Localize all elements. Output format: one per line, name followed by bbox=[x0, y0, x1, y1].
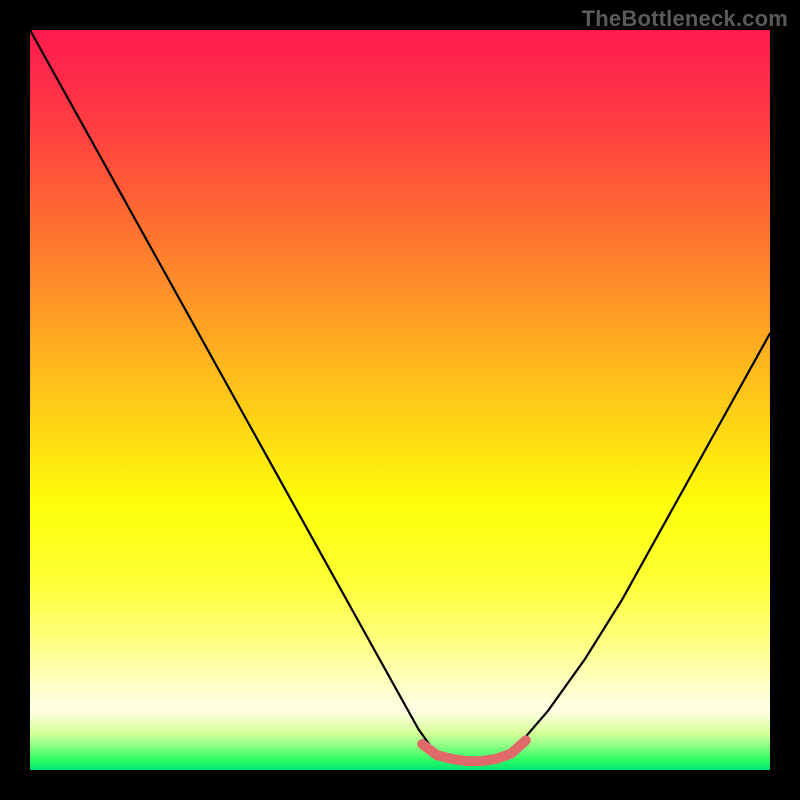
curve-valley-highlight bbox=[422, 740, 526, 761]
curve-left-branch bbox=[30, 30, 437, 755]
curve-right-branch bbox=[511, 333, 770, 753]
watermark-text: TheBottleneck.com bbox=[582, 6, 788, 32]
curve-svg bbox=[30, 30, 770, 770]
